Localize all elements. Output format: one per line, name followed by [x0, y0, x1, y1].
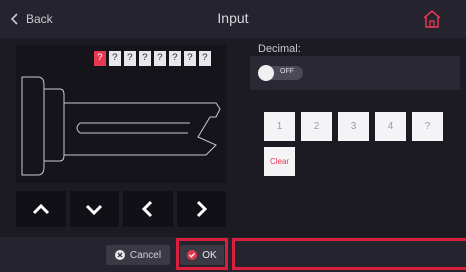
- toggle-state-label: OFF: [280, 68, 294, 75]
- chevron-left-icon: [141, 200, 152, 218]
- cancel-button[interactable]: Cancel: [106, 245, 170, 265]
- clear-button[interactable]: Clear: [264, 147, 295, 176]
- bottom-bar: Cancel OK: [0, 237, 466, 272]
- code-digit[interactable]: ?: [199, 51, 211, 66]
- code-digits: ? ? ? ? ? ? ? ?: [94, 51, 211, 66]
- cancel-label: Cancel: [129, 249, 162, 261]
- decimal-toggle[interactable]: OFF: [258, 65, 303, 81]
- code-digit[interactable]: ?: [154, 51, 166, 66]
- top-bar: Back Input: [0, 0, 466, 38]
- keypad-key[interactable]: 3: [338, 112, 369, 141]
- code-digit[interactable]: ?: [184, 51, 196, 66]
- ok-label: OK: [202, 249, 217, 261]
- chevron-down-icon: [86, 204, 103, 216]
- close-icon: [114, 250, 125, 260]
- chevron-up-icon: [32, 203, 49, 215]
- decimal-row: OFF: [250, 56, 460, 90]
- keypad: 1 2 3 4 ? Clear: [264, 112, 443, 176]
- code-digit[interactable]: ?: [139, 51, 151, 66]
- code-digit[interactable]: ?: [109, 51, 121, 66]
- key-preview-panel: ? ? ? ? ? ? ? ?: [16, 45, 226, 183]
- chevron-right-icon: [197, 200, 208, 218]
- code-digit[interactable]: ?: [169, 51, 181, 66]
- keypad-key[interactable]: 4: [375, 112, 406, 141]
- arrow-right-button[interactable]: [176, 191, 226, 227]
- keypad-key[interactable]: ?: [412, 112, 443, 141]
- decimal-label: Decimal:: [258, 43, 301, 55]
- check-icon: [187, 250, 198, 260]
- keypad-key[interactable]: 1: [264, 112, 295, 141]
- arrow-up-button[interactable]: [16, 191, 66, 227]
- arrow-down-button[interactable]: [69, 191, 119, 227]
- toggle-knob: [258, 65, 274, 81]
- home-icon[interactable]: [421, 8, 443, 30]
- key-blade-drawing: [21, 76, 221, 176]
- code-digit[interactable]: ?: [94, 51, 106, 66]
- arrow-left-button[interactable]: [123, 191, 173, 227]
- keypad-key[interactable]: 2: [301, 112, 332, 141]
- code-digit[interactable]: ?: [124, 51, 136, 66]
- arrow-controls: [16, 191, 226, 227]
- page-title: Input: [217, 10, 249, 26]
- ok-button[interactable]: OK: [180, 245, 224, 265]
